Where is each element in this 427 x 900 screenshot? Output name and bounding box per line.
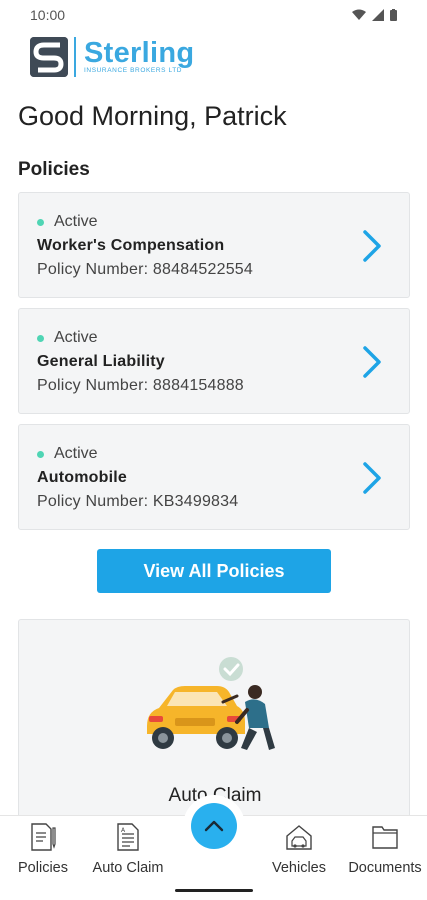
- status-dot: [37, 450, 44, 458]
- status-bar: 10:00: [0, 0, 427, 30]
- policy-number: Policy Number: KB3499834: [37, 493, 239, 510]
- wifi-icon: [352, 9, 366, 20]
- car-mechanic-illustration: [147, 657, 275, 750]
- nav-label: Policies: [18, 860, 68, 876]
- status-dot: [37, 334, 44, 342]
- status-time: 10:00: [30, 7, 66, 23]
- policy-card[interactable]: Active General Liability Policy Number: …: [18, 308, 410, 414]
- brand-subtitle: INSURANCE BROKERS LTD: [84, 67, 183, 74]
- expand-menu-button[interactable]: [191, 803, 237, 849]
- policy-name: Automobile: [37, 469, 127, 486]
- policy-number: Policy Number: 88484522554: [37, 261, 254, 278]
- svg-text:A: A: [121, 827, 126, 834]
- nav-item-policies[interactable]: Policies: [0, 822, 88, 876]
- brand-logo: Sterling INSURANCE BROKERS LTD: [30, 36, 194, 78]
- nav-item-auto-claim[interactable]: A Auto Claim: [83, 822, 173, 876]
- brand-name: Sterling: [84, 37, 195, 69]
- vehicle-icon: [286, 825, 312, 850]
- auto-claim-card[interactable]: Auto Claim: [18, 619, 410, 819]
- signal-icon: [372, 9, 384, 21]
- nav-item-documents[interactable]: Documents: [340, 822, 427, 876]
- policies-section-title: Policies: [18, 159, 90, 180]
- nav-label: Documents: [348, 860, 422, 876]
- view-all-policies-button[interactable]: View All Policies: [97, 549, 331, 593]
- claim-doc-icon: A: [117, 823, 139, 851]
- chevron-right-icon[interactable]: [361, 461, 383, 495]
- policy-number: Policy Number: 8884154888: [37, 377, 244, 394]
- policy-card[interactable]: Active Automobile Policy Number: KB34998…: [18, 424, 410, 530]
- chevron-right-icon[interactable]: [361, 229, 383, 263]
- status-dot: [37, 218, 44, 226]
- nav-item-vehicles[interactable]: Vehicles: [254, 822, 344, 876]
- policy-doc-icon: [31, 823, 56, 851]
- greeting-heading: Good Morning, Patrick: [18, 101, 287, 131]
- chevron-right-icon[interactable]: [361, 345, 383, 379]
- policy-status: Active: [54, 213, 98, 230]
- battery-icon: [390, 9, 397, 21]
- policy-status: Active: [54, 329, 98, 346]
- policy-status: Active: [54, 445, 98, 462]
- home-indicator[interactable]: [175, 889, 253, 892]
- logo-divider: [74, 37, 76, 77]
- folder-icon: [372, 826, 398, 849]
- nav-label: Vehicles: [271, 860, 326, 876]
- chevron-up-icon: [204, 820, 224, 832]
- policy-name: Worker's Compensation: [37, 237, 225, 254]
- policy-name: General Liability: [37, 353, 165, 370]
- status-icons: [352, 9, 397, 21]
- logo-mark-icon: [30, 37, 68, 77]
- policy-card[interactable]: Active Worker's Compensation Policy Numb…: [18, 192, 410, 298]
- nav-label: Auto Claim: [92, 860, 164, 876]
